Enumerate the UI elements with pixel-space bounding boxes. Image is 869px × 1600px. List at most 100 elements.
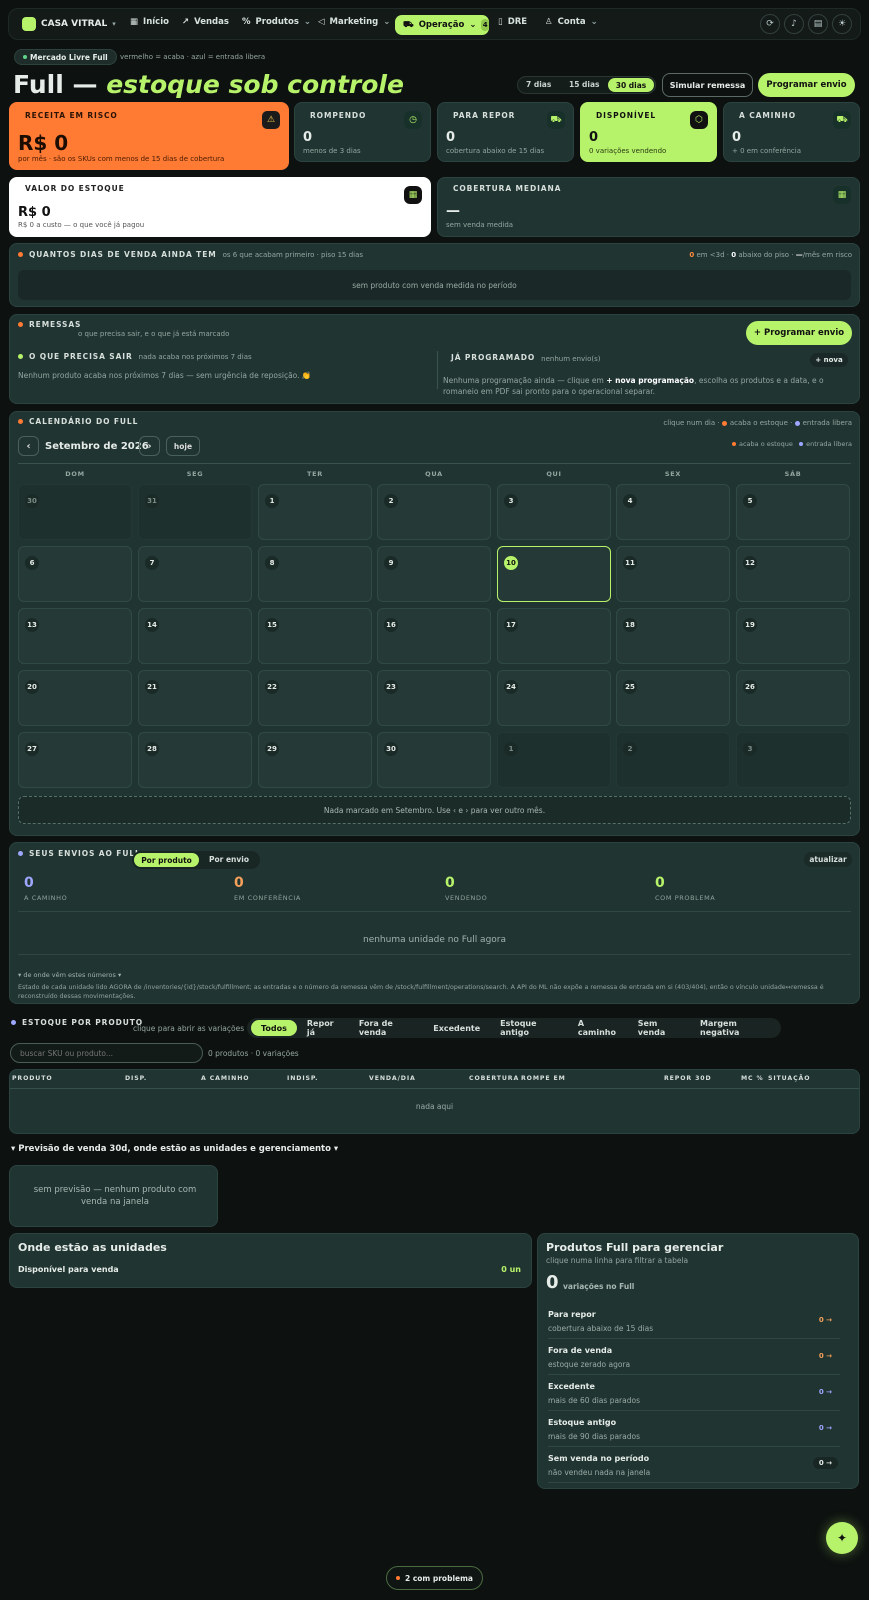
nav-conta[interactable]: ♙ Conta ⌄ [545, 17, 598, 27]
calendar-day[interactable]: 12 [736, 546, 850, 602]
calendar-day[interactable]: 27 [18, 732, 132, 788]
problem-toast[interactable]: 2 com problema [386, 1566, 483, 1590]
calendar-day[interactable]: 19 [736, 608, 850, 664]
remessas-title: REMESSAS [29, 320, 82, 329]
filter-fora-de-venda[interactable]: Fora de venda [349, 1019, 423, 1037]
filter-repor-ja[interactable]: Repor já [297, 1019, 349, 1037]
calendar-day-number: 12 [743, 556, 757, 570]
calendar-day[interactable]: 2 [616, 732, 730, 788]
filter-margem-negativa[interactable]: Margem negativa [690, 1019, 777, 1037]
col-disp[interactable]: DISP. [125, 1075, 147, 1082]
prev-month-button[interactable]: ‹ [18, 436, 39, 456]
filter-a-caminho[interactable]: A caminho [568, 1019, 628, 1037]
calendar-day[interactable]: 9 [377, 546, 491, 602]
filter-excedente[interactable]: Excedente [423, 1020, 490, 1036]
nav-inicio[interactable]: ▦ Início [130, 17, 169, 27]
calendar-day-number: 22 [265, 680, 279, 694]
kpi-disponivel[interactable]: DISPONÍVEL ⬡ 0 0 variações vendendo [580, 102, 717, 162]
calendar-day[interactable]: 26 [736, 670, 850, 726]
calendar-day[interactable]: 22 [258, 670, 372, 726]
manage-row-estoque-antigo[interactable]: Estoque antigo mais de 90 dias parados 0 → [548, 1412, 840, 1447]
manage-row-excedente[interactable]: Excedente mais de 60 dias parados 0 → [548, 1376, 840, 1411]
calendar-day[interactable]: 8 [258, 546, 372, 602]
range-30-dias[interactable]: 30 dias [608, 78, 654, 92]
calendar-day[interactable]: 4 [616, 484, 730, 540]
calendar-day[interactable]: 1 [497, 732, 611, 788]
col-situacao[interactable]: SITUAÇÃO [768, 1075, 810, 1082]
search-input[interactable] [10, 1043, 203, 1063]
calendar-day[interactable]: 25 [616, 670, 730, 726]
calendar-day[interactable]: 28 [138, 732, 252, 788]
calendar-day[interactable]: 15 [258, 608, 372, 664]
col-a-caminho[interactable]: A CAMINHO [201, 1075, 249, 1082]
next-month-button[interactable]: › [139, 436, 160, 456]
kpi-valor-do-estoque[interactable]: VALOR DO ESTOQUE ▦ R$ 0 R$ 0 a custo — o… [9, 177, 431, 237]
calendar-day[interactable]: 29 [258, 732, 372, 788]
calendar-day[interactable]: 23 [377, 670, 491, 726]
calendar-day[interactable]: 6 [18, 546, 132, 602]
nav-marketing[interactable]: ◁ Marketing ⌄ [318, 17, 390, 27]
calendar-day[interactable]: 31 [138, 484, 252, 540]
col-indisp[interactable]: INDISP. [287, 1075, 318, 1082]
calendar-day[interactable]: 24 [497, 670, 611, 726]
tab-por-produto[interactable]: Por produto [134, 853, 199, 867]
calendar-day[interactable]: 30 [377, 732, 491, 788]
kpi-receita-em-risco[interactable]: RECEITA EM RISCO ⚠ R$ 0 por mês · são os… [9, 102, 289, 170]
manage-row-fora-de-venda[interactable]: Fora de venda estoque zerado agora 0 → [548, 1340, 840, 1375]
kpi-cobertura-mediana[interactable]: COBERTURA MEDIANA ▦ — sem venda medida [437, 177, 860, 237]
refresh-icon[interactable]: ⟳ [760, 14, 780, 34]
calendar-day[interactable]: 17 [497, 608, 611, 664]
nav-vendas[interactable]: ↗ Vendas [182, 17, 229, 27]
manage-row-para-repor[interactable]: Para repor cobertura abaixo de 15 dias 0 → [548, 1304, 840, 1339]
brand[interactable]: CASA VITRAL ▾ [22, 17, 116, 31]
calendar-day[interactable]: 13 [18, 608, 132, 664]
atualizar-button[interactable]: atualizar [804, 852, 852, 867]
range-15-dias[interactable]: 15 dias [569, 80, 600, 89]
calendar-day[interactable]: 14 [138, 608, 252, 664]
calendar-day[interactable]: 5 [736, 484, 850, 540]
col-rompe-em[interactable]: ROMPE EM [521, 1075, 566, 1082]
nav-produtos[interactable]: % Produtos ⌄ [242, 17, 311, 27]
filter-todos[interactable]: Todos [251, 1020, 297, 1036]
filter-sem-venda[interactable]: Sem venda [628, 1019, 690, 1037]
nav-operacao[interactable]: ⛟ Operação ⌄ 4 [395, 15, 489, 35]
envios-note-toggle[interactable]: ▾ de onde vêm estes números ▾ [18, 971, 121, 979]
programar-envio-button-2[interactable]: + Programar envio [746, 321, 852, 345]
calendar-day[interactable]: 2 [377, 484, 491, 540]
calendar-day[interactable]: 3 [736, 732, 850, 788]
filter-estoque-antigo[interactable]: Estoque antigo [490, 1019, 568, 1037]
nova-programacao-button[interactable]: + nova [810, 353, 848, 367]
truck-icon: ⛟ [833, 111, 851, 129]
calendar-day[interactable]: 16 [377, 608, 491, 664]
calendar-day[interactable]: 21 [138, 670, 252, 726]
calendar-day[interactable]: 18 [616, 608, 730, 664]
source-pill[interactable]: Mercado Livre Full [14, 49, 117, 65]
calendar-day-today[interactable]: 10 [497, 546, 611, 602]
sparkle-fab-button[interactable]: ✦ [826, 1522, 858, 1554]
calendar-day[interactable]: 7 [138, 546, 252, 602]
simular-remessa-button[interactable]: Simular remessa [662, 73, 753, 97]
hoje-button[interactable]: hoje [166, 436, 200, 456]
col-produto[interactable]: PRODUTO [12, 1075, 53, 1082]
col-mc[interactable]: MC % [741, 1075, 764, 1082]
calendar-day[interactable]: 3 [497, 484, 611, 540]
kpi-para-repor[interactable]: PARA REPOR ⛟ 0 cobertura abaixo de 15 di… [437, 102, 574, 162]
nav-dre[interactable]: ▯ DRE [498, 17, 527, 27]
range-7-dias[interactable]: 7 dias [526, 80, 551, 89]
archive-icon[interactable]: ▤ [808, 14, 828, 34]
kpi-rompendo[interactable]: ROMPENDO ◷ 0 menos de 3 dias [294, 102, 431, 162]
tab-por-envio[interactable]: Por envio [209, 855, 249, 864]
music-icon[interactable]: ♪ [784, 14, 804, 34]
manage-row-sem-venda[interactable]: Sem venda no período não vendeu nada na j… [548, 1448, 840, 1483]
col-cobertura[interactable]: COBERTURA [469, 1075, 519, 1082]
col-venda-dia[interactable]: VENDA/DIA [369, 1075, 416, 1082]
col-repor-30d[interactable]: REPOR 30D [664, 1075, 712, 1082]
calendar-day[interactable]: 20 [18, 670, 132, 726]
calendar-day[interactable]: 1 [258, 484, 372, 540]
calendar-day[interactable]: 30 [18, 484, 132, 540]
programar-envio-button[interactable]: Programar envio [758, 73, 855, 97]
sun-icon[interactable]: ☀ [832, 14, 852, 34]
previsao-toggle[interactable]: ▾ Previsão de venda 30d, onde estão as u… [11, 1144, 338, 1154]
kpi-a-caminho[interactable]: A CAMINHO ⛟ 0 + 0 em conferência [723, 102, 860, 162]
calendar-day[interactable]: 11 [616, 546, 730, 602]
